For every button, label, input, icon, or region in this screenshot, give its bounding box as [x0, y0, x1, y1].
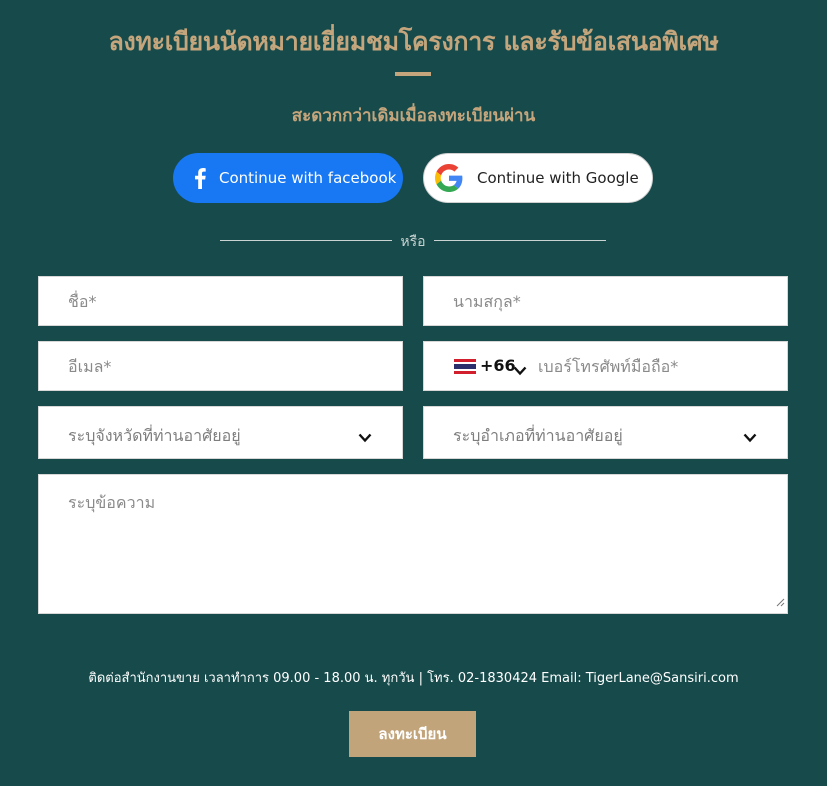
google-icon	[434, 163, 464, 193]
phone-input[interactable]	[538, 342, 778, 390]
first-name-input[interactable]	[68, 277, 391, 325]
email-field	[38, 341, 403, 391]
chevron-down-icon	[358, 428, 372, 447]
divider-line-left	[220, 240, 392, 241]
register-button[interactable]: ลงทะเบียน	[349, 711, 476, 757]
chevron-down-icon[interactable]	[513, 361, 527, 380]
google-login-button[interactable]: Continue with Google	[423, 153, 653, 203]
message-textarea[interactable]	[68, 491, 766, 601]
district-select[interactable]: ระบุอำเภอที่ท่านอาศัยอยู่	[423, 406, 788, 459]
phone-field: +66	[423, 341, 788, 391]
message-field	[38, 474, 788, 614]
last-name-input[interactable]	[453, 277, 776, 325]
page-subtitle: สะดวกกว่าเดิมเมื่อลงทะเบียนผ่าน	[291, 106, 536, 126]
divider-text: หรือ	[400, 234, 426, 250]
country-code[interactable]: +66	[480, 356, 516, 375]
contact-info: ติดต่อสำนักงานขาย เวลาทำการ 09.00 - 18.0…	[88, 671, 739, 686]
first-name-field	[38, 276, 403, 326]
province-select[interactable]: ระบุจังหวัดที่ท่านอาศัยอยู่	[38, 406, 403, 459]
thailand-flag-icon[interactable]	[454, 359, 476, 374]
divider-line-right	[434, 240, 606, 241]
email-input[interactable]	[68, 342, 391, 390]
province-select-value: ระบุจังหวัดที่ท่านอาศัยอยู่	[68, 426, 241, 445]
last-name-field	[423, 276, 788, 326]
page-title: ลงทะเบียนนัดหมายเยี่ยมชมโครงการ และรับข้…	[108, 27, 719, 56]
google-login-label: Continue with Google	[477, 169, 639, 187]
facebook-login-label: Continue with facebook	[219, 169, 397, 187]
resize-grip-icon[interactable]	[775, 592, 785, 611]
facebook-icon	[189, 167, 211, 189]
district-select-value: ระบุอำเภอที่ท่านอาศัยอยู่	[453, 426, 623, 445]
facebook-login-button[interactable]: Continue with facebook	[173, 153, 403, 203]
chevron-down-icon	[743, 428, 757, 447]
title-underline	[395, 72, 431, 76]
